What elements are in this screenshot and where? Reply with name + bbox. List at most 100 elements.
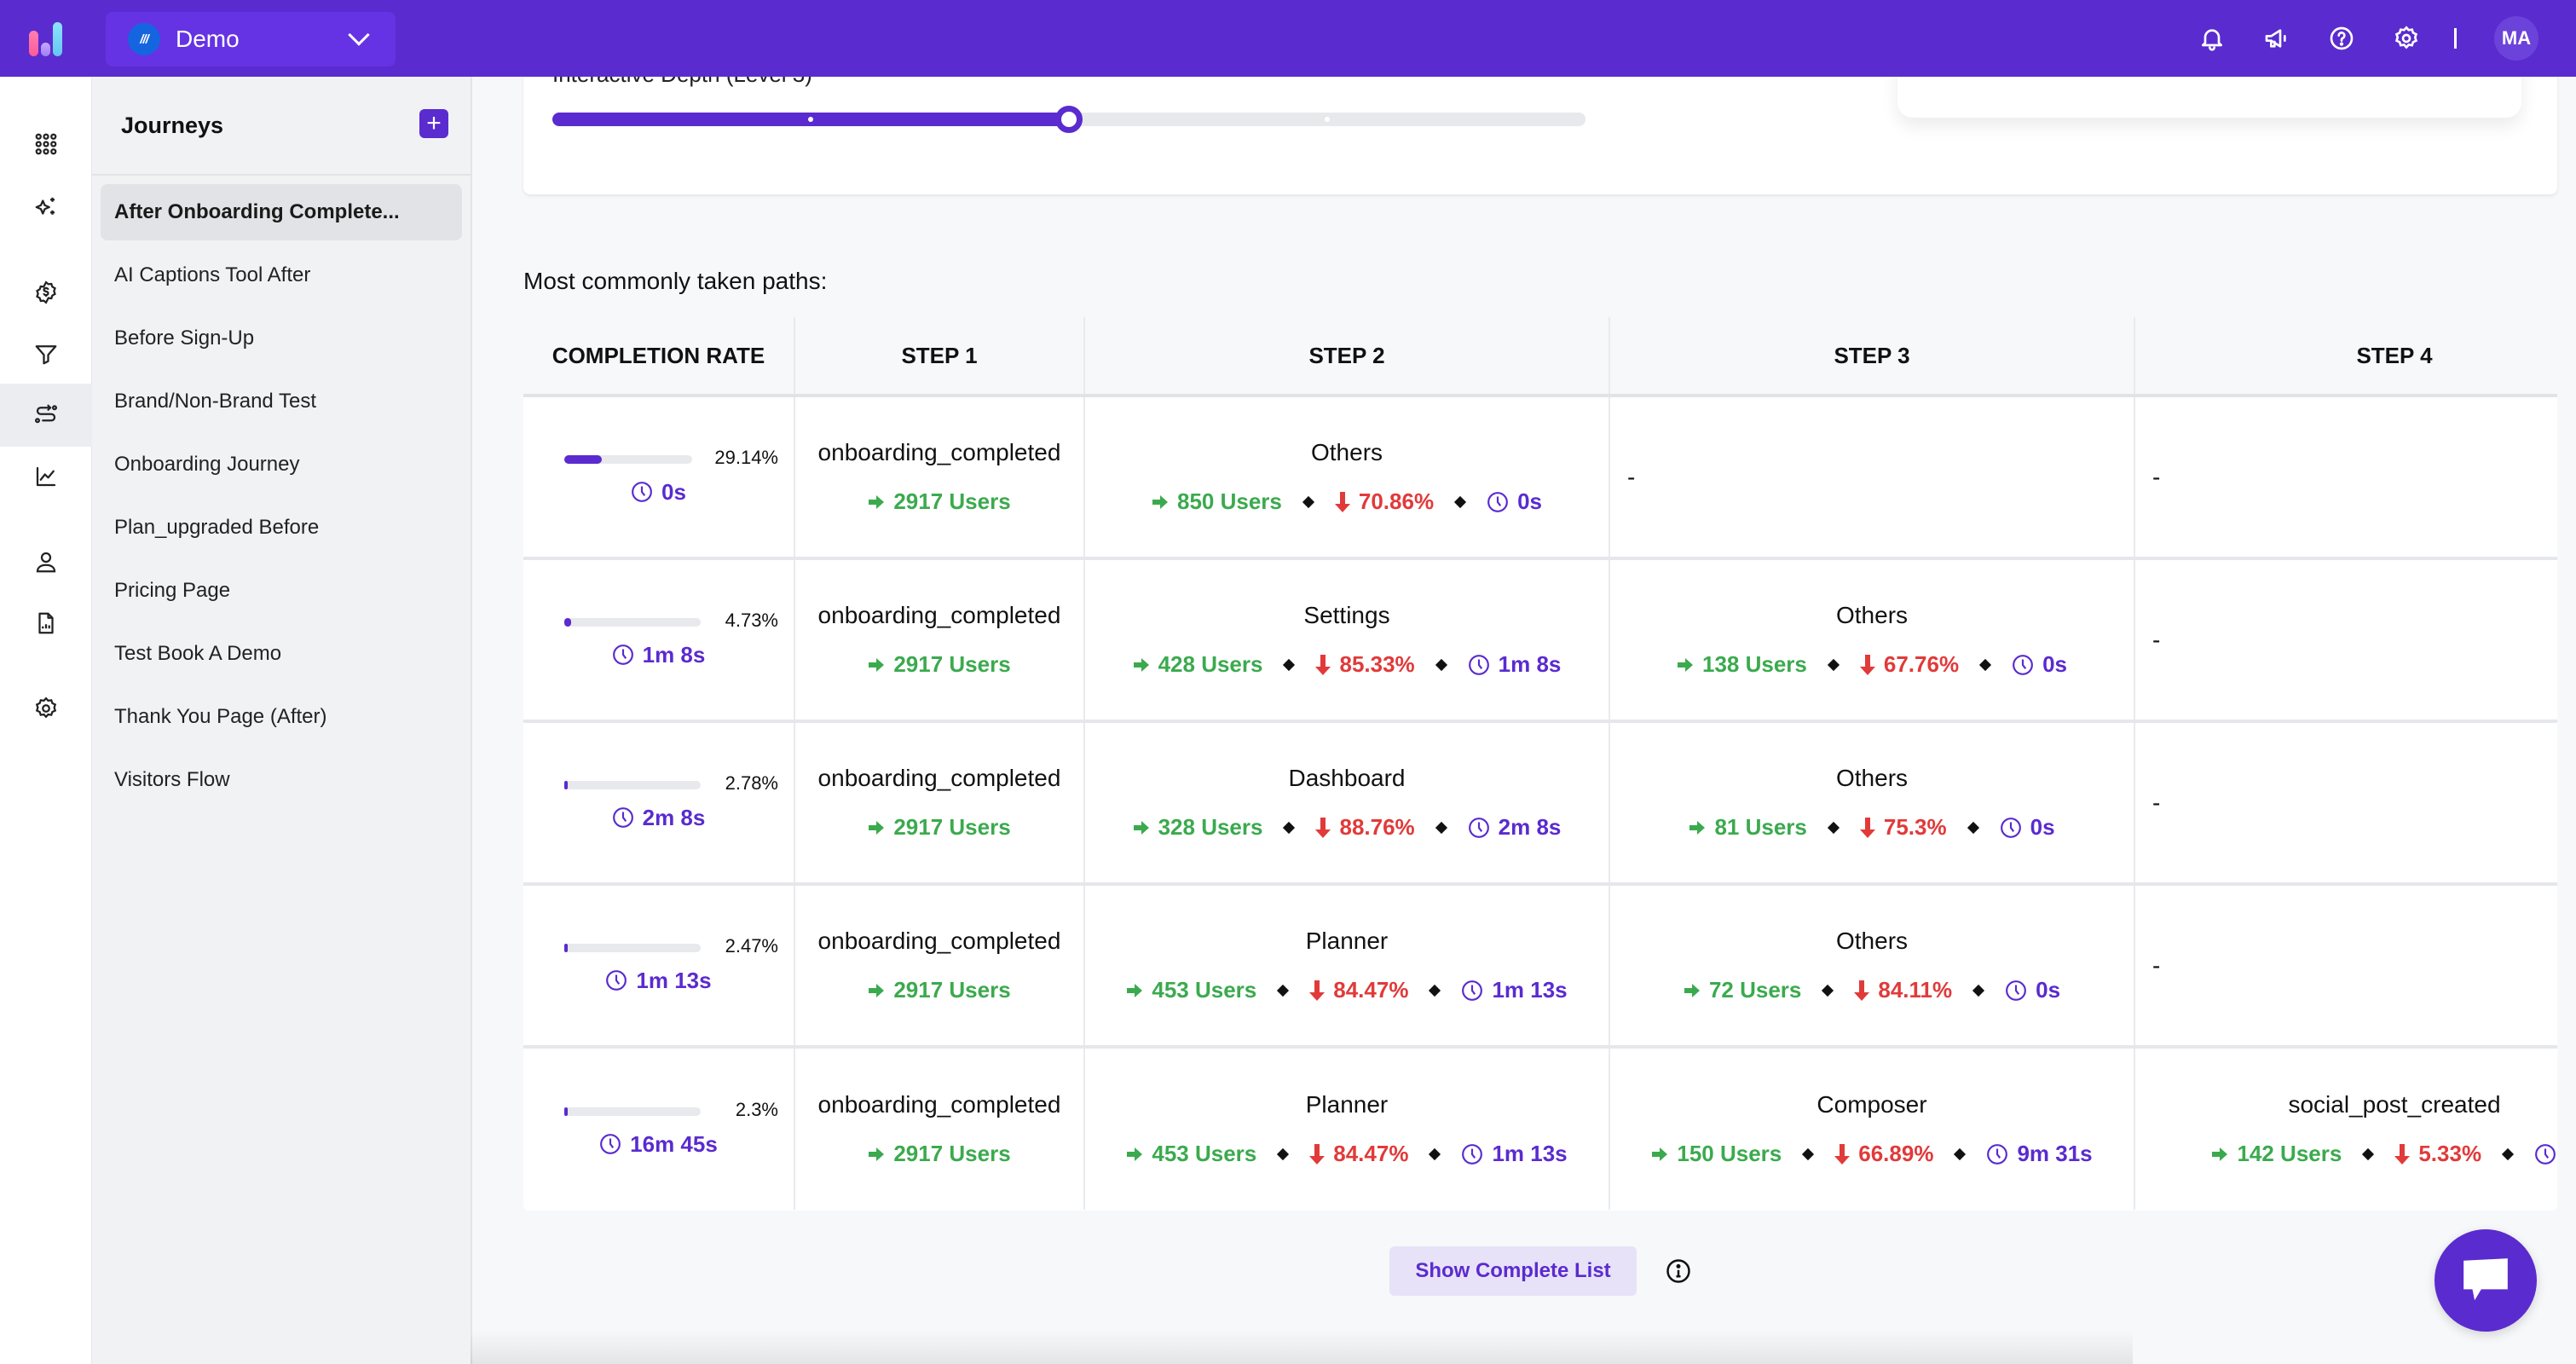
empty-step-cell: - (2134, 396, 2557, 560)
step-event-name[interactable]: Others (1610, 602, 2134, 629)
help-button[interactable] (2325, 21, 2359, 55)
step-event-name[interactable]: onboarding_completed (795, 602, 1083, 629)
journey-item[interactable]: Thank You Page (After) (101, 689, 462, 745)
rail-item-users[interactable] (0, 530, 92, 593)
step-event-name[interactable]: Others (1610, 928, 2134, 955)
completion-progress-bar (564, 454, 692, 464)
depth-slider[interactable] (552, 106, 1585, 133)
step-users: 2917 Users (868, 488, 1011, 515)
separator-diamond (1283, 821, 1296, 834)
step-event-name[interactable]: Dashboard (1085, 765, 1609, 792)
completion-time: 1m 8s (523, 642, 794, 668)
arrow-right-icon (869, 820, 885, 835)
chat-support-button[interactable] (2434, 1229, 2537, 1332)
slider-stop[interactable] (1325, 117, 1330, 122)
rail-item-ai[interactable] (0, 176, 92, 239)
completion-rate-value: 29.14% (714, 446, 778, 468)
step-event-name[interactable]: Composer (1610, 1091, 2134, 1118)
step-time: 0s (1487, 488, 1542, 515)
journeys-title: Journeys (121, 113, 224, 138)
announcements-button[interactable] (2260, 21, 2294, 55)
settings-icon (2394, 26, 2418, 49)
rail-item-apps[interactable] (0, 113, 92, 176)
step-cell: Settings 428 Users 85.33% 1m 8s (1084, 558, 1610, 723)
table-header-row: COMPLETION RATE STEP 1 STEP 2 STEP 3 STEP 4 (523, 317, 2557, 397)
rail-item-settings[interactable] (0, 677, 92, 740)
rail-item-funnels[interactable] (0, 322, 92, 385)
arrow-right-icon (1127, 983, 1143, 997)
chat-bubble-icon (2463, 1258, 2508, 1301)
step-cell: onboarding_completed 2917 Users (794, 558, 1085, 723)
arrow-right-icon (1652, 1147, 1668, 1161)
step-cell: Planner 453 Users 84.47% 1m 13s (1084, 1047, 1610, 1210)
add-journey-button[interactable]: + (419, 109, 448, 138)
revenue-icon (36, 280, 56, 304)
completion-rate-value: 2.47% (725, 934, 778, 957)
step-event-name[interactable]: Others (1610, 765, 2134, 792)
journey-item[interactable]: Plan_upgraded Before (101, 500, 462, 556)
journeys-panel: Journeys + After Onboarding Complete... A… (92, 77, 472, 1364)
column-header: COMPLETION RATE (523, 317, 795, 397)
step-event-name[interactable]: social_post_created (2135, 1091, 2557, 1118)
journey-item[interactable]: Pricing Page (101, 563, 462, 619)
workspace-selector[interactable]: /// Demo (106, 12, 396, 66)
completion-rate-value: 2.78% (725, 772, 778, 794)
step-event-name[interactable]: onboarding_completed (795, 928, 1083, 955)
slider-stop[interactable] (808, 117, 813, 122)
step-event-name[interactable]: onboarding_completed (795, 439, 1083, 466)
icon-sidebar (0, 77, 92, 1364)
user-avatar[interactable]: MA (2494, 16, 2538, 61)
separator-diamond (1429, 1147, 1441, 1160)
arrow-right-icon (869, 657, 885, 672)
step-cell: Planner 453 Users 84.47% 1m 13s (1084, 884, 1610, 1049)
journey-item[interactable]: AI Captions Tool After (101, 247, 462, 303)
rail-item-reports[interactable] (0, 592, 92, 655)
journey-item[interactable]: Onboarding Journey (101, 436, 462, 493)
empty-step-cell: - (1609, 396, 2135, 560)
step-dropoff: 5.33% (2394, 1141, 2481, 1167)
journeys-icon (35, 404, 57, 424)
notifications-button[interactable] (2195, 21, 2229, 55)
paths-table: COMPLETION RATE STEP 1 STEP 2 STEP 3 STEP 4 … (523, 317, 2557, 1211)
rail-item-analytics[interactable] (0, 445, 92, 508)
step-users: 453 Users (1126, 977, 1256, 1003)
table-row: 2.3% 16m 45s onboarding_completed 2917 User… (523, 1047, 2557, 1210)
divider (2454, 28, 2457, 49)
arrow-down-icon (1309, 980, 1326, 1001)
arrow-down-icon (1834, 1143, 1851, 1165)
rail-item-journeys[interactable] (0, 384, 92, 447)
step-dropoff: 75.3% (1859, 814, 1947, 841)
journey-item[interactable]: Test Book A Demo (101, 626, 462, 682)
app-logo[interactable] (27, 19, 65, 56)
arrow-down-icon (1334, 491, 1350, 512)
arrow-right-icon (1684, 983, 1700, 997)
clock-icon (600, 1134, 621, 1154)
info-icon[interactable] (1666, 1258, 1691, 1284)
journeys-list: After Onboarding Complete... AI Captions … (92, 176, 471, 808)
slider-thumb[interactable] (1055, 106, 1083, 133)
column-header: STEP 2 (1084, 317, 1610, 397)
journey-item[interactable]: Before Sign-Up (101, 310, 462, 367)
completion-progress-fill (564, 780, 569, 789)
separator-diamond (1435, 658, 1447, 671)
completion-rate-cell: 4.73% 1m 8s (523, 558, 795, 723)
rail-item-revenue[interactable] (0, 261, 92, 324)
settings-button[interactable] (2389, 21, 2423, 55)
step-event-name[interactable]: onboarding_completed (795, 765, 1083, 792)
journey-item[interactable]: Brand/Non-Brand Test (101, 373, 462, 430)
show-complete-list-button[interactable]: Show Complete List (1389, 1246, 1637, 1296)
separator-diamond (1429, 984, 1441, 997)
separator-diamond (1827, 658, 1840, 671)
step-event-name[interactable]: Settings (1085, 602, 1609, 629)
step-users: 2917 Users (868, 814, 1011, 841)
megaphone-icon (2265, 29, 2286, 48)
arrow-down-icon (1315, 654, 1331, 675)
completion-progress-fill (564, 943, 568, 952)
journey-item[interactable]: After Onboarding Complete... (101, 184, 462, 240)
funnel-icon (35, 345, 57, 365)
step-event-name[interactable]: Planner (1085, 928, 1609, 955)
journey-item[interactable]: Visitors Flow (101, 752, 462, 808)
step-event-name[interactable]: onboarding_completed (795, 1091, 1083, 1118)
step-event-name[interactable]: Others (1085, 439, 1609, 466)
step-event-name[interactable]: Planner (1085, 1091, 1609, 1118)
